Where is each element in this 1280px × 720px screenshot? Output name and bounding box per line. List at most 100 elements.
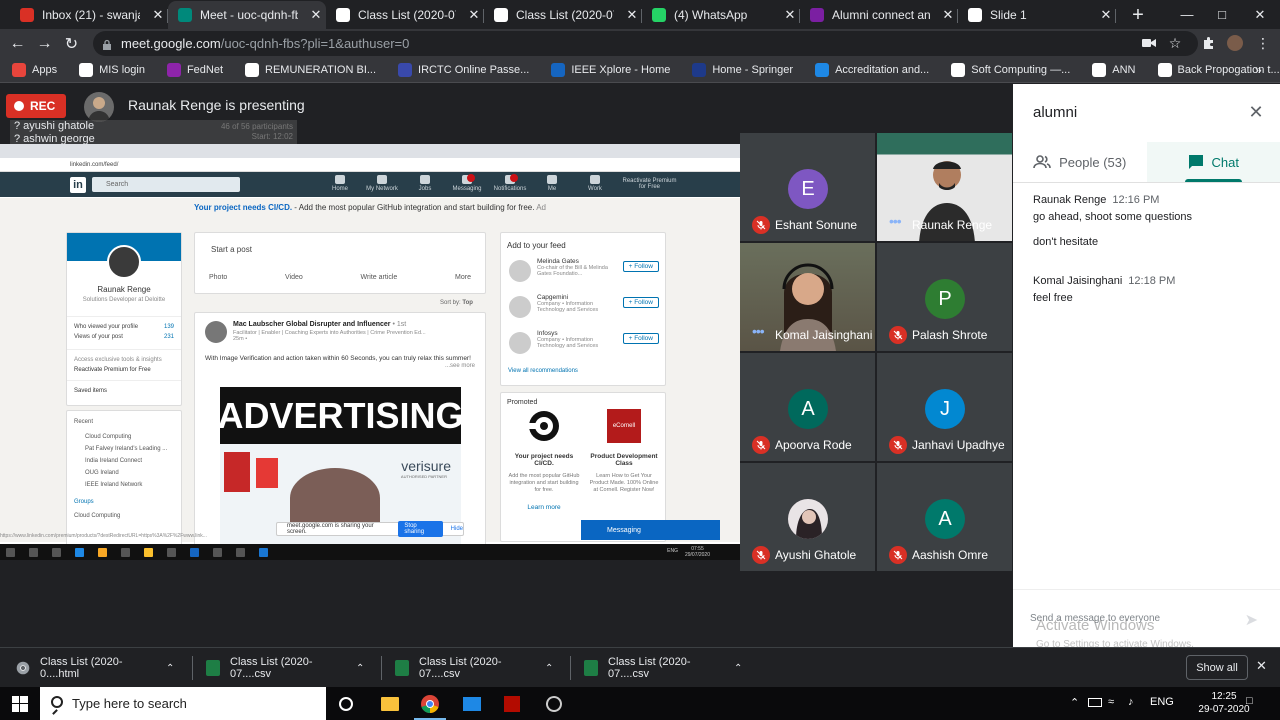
taskbar-clock[interactable]: 12:25 29-07-2020 <box>1196 690 1252 716</box>
new-tab-button[interactable]: + <box>1124 1 1152 29</box>
browser-tab[interactable]: Class List (2020-07-29) ✕ <box>484 1 642 29</box>
browser-tab[interactable]: Alumni connect and Al ✕ <box>800 1 958 29</box>
windows-start-icon[interactable] <box>12 696 28 712</box>
linkedin-nav-item: Notifications <box>490 174 530 192</box>
camera-icon[interactable] <box>1141 35 1157 51</box>
activate-windows-watermark: Activate Windows <box>1036 617 1155 634</box>
bookmark-item[interactable]: Soft Computing —... <box>951 63 1070 77</box>
download-item[interactable]: Class List (2020-07....csv ⌃ <box>395 656 553 680</box>
participant-tile[interactable]: Ayushi Ghatole <box>740 463 875 571</box>
download-item[interactable]: Class List (2020-07....csv ⌃ <box>206 656 364 680</box>
tab-close-icon[interactable]: ✕ <box>148 7 168 23</box>
chevron-up-icon[interactable]: ⌃ <box>734 663 742 674</box>
start-post-card: Start a post Photo Video Write article More <box>194 232 486 294</box>
bookmark-icon <box>1157 63 1172 77</box>
browser-tab[interactable]: Inbox (21) - swanjari@ ✕ <box>10 1 168 29</box>
feed-recommendations: Add to your feed Melinda Gates Co-chair o… <box>500 232 666 386</box>
tray-chevron-icon[interactable]: ⌃ <box>1070 696 1079 709</box>
tab-favicon-icon <box>810 8 824 22</box>
forward-icon[interactable]: → <box>31 30 58 57</box>
participant-tile[interactable]: J Janhavi Upadhye <box>877 353 1012 461</box>
post-author: Mac Laubscher Global Disrupter and Influ… <box>233 321 391 328</box>
saved-items: Saved items <box>74 388 108 394</box>
feed-avatar <box>509 296 531 318</box>
participant-tile[interactable]: ••• Raunak Renge <box>877 133 1012 241</box>
volume-icon[interactable]: ♪ <box>1128 696 1134 708</box>
download-name: Class List (2020-07....csv <box>608 656 691 680</box>
follow-button: + Follow <box>622 297 659 308</box>
file-explorer-icon[interactable] <box>370 687 410 720</box>
participant-tile[interactable]: ••• Komal Jaisinghani <box>740 243 875 351</box>
bookmark-star-icon[interactable]: ☆ <box>1167 35 1183 51</box>
chrome-icon[interactable] <box>410 687 450 720</box>
shared-url: linkedin.com/feed/ <box>0 158 740 172</box>
groups-title: Groups <box>74 499 94 505</box>
chevron-up-icon[interactable]: ⌃ <box>166 663 174 674</box>
participant-tile[interactable]: E Eshant Sonune <box>740 133 875 241</box>
bookmark-item[interactable]: FedNet <box>166 63 223 77</box>
reload-icon[interactable]: ↻ <box>58 30 85 57</box>
downloads-close-icon[interactable]: ✕ <box>1256 658 1267 674</box>
tab-people[interactable]: People (53) <box>1013 142 1147 182</box>
bookmark-item[interactable]: ANN <box>1092 63 1136 77</box>
wifi-icon[interactable]: ≈ <box>1108 696 1114 708</box>
bookmark-item[interactable]: IEEE Xplore - Home <box>551 63 670 77</box>
bookmark-item[interactable]: Accreditation and... <box>815 63 929 77</box>
menu-kebab-icon[interactable]: ⋮ <box>1255 35 1271 51</box>
address-bar[interactable]: meet.google.com/uoc-qdnh-fbs?pli=1&authu… <box>93 31 1198 56</box>
back-icon[interactable]: ← <box>4 30 31 57</box>
window-close-icon[interactable]: ✕ <box>1237 0 1280 29</box>
send-icon[interactable]: ➤ <box>1245 610 1258 630</box>
browser-tab[interactable]: Meet - uoc-qdnh-fbs ✕ <box>168 1 326 29</box>
bookmark-label: IEEE Xplore - Home <box>571 64 671 76</box>
tab-chat[interactable]: Chat <box>1146 142 1280 182</box>
participant-name: Aashish Omre <box>912 548 989 562</box>
notifications-icon[interactable]: □ <box>1246 695 1253 707</box>
profile-photo <box>107 245 141 279</box>
tab-close-icon[interactable]: ✕ <box>1096 7 1116 23</box>
shared-clock: 07:55 29/07/2020 <box>685 546 710 558</box>
bookmark-item[interactable]: REMUNERATION BI... <box>245 63 376 77</box>
participant-tile[interactable]: A Apoorva Rode <box>740 353 875 461</box>
browser-tab[interactable]: Class List (2020-07-29) ✕ <box>326 1 484 29</box>
bookmark-item[interactable]: MIS login <box>79 63 145 77</box>
browser-tab[interactable]: Slide 1 ✕ <box>958 1 1116 29</box>
download-item[interactable]: Class List (2020-07....csv ⌃ <box>584 656 742 680</box>
post-time: 25m • <box>233 336 248 342</box>
taskbar-search[interactable]: Type here to search <box>40 687 326 720</box>
tab-close-icon[interactable]: ✕ <box>306 7 326 23</box>
show-all-button[interactable]: Show all <box>1186 655 1248 680</box>
muted-mic-icon <box>889 546 907 564</box>
attendance-list: ? ayushi ghatole ? ashwin george <box>10 120 200 146</box>
bookmark-item[interactable]: Home - Springer <box>692 63 793 77</box>
bookmark-item[interactable]: Apps <box>12 63 57 77</box>
language-indicator[interactable]: ENG <box>1150 696 1174 708</box>
photos-icon[interactable] <box>452 687 492 720</box>
cortana-icon[interactable] <box>326 687 366 720</box>
tab-close-icon[interactable]: ✕ <box>622 7 642 23</box>
recording-badge: REC <box>6 94 66 118</box>
extensions-icon[interactable] <box>1201 35 1217 51</box>
participant-tile[interactable]: A Aashish Omre <box>877 463 1012 571</box>
taskbar-search-placeholder: Type here to search <box>72 696 187 711</box>
snipping-tool-icon[interactable] <box>534 687 574 720</box>
linkedin-search: Search <box>92 177 240 192</box>
acrobat-icon[interactable] <box>492 687 532 720</box>
tab-favicon-icon <box>178 8 192 22</box>
feed-avatar <box>509 332 531 354</box>
participant-tile[interactable]: P Palash Shrote <box>877 243 1012 351</box>
bookmark-item[interactable]: IRCTC Online Passe... <box>398 63 529 77</box>
tab-close-icon[interactable]: ✕ <box>464 7 484 23</box>
profile-avatar[interactable] <box>1227 35 1243 51</box>
feed-sub: Co-chair of the Bill & Melinda Gates Fou… <box>537 265 608 277</box>
download-item[interactable]: Class List (2020-0....html ⌃ <box>16 656 174 680</box>
close-panel-icon[interactable]: ✕ <box>1246 102 1266 122</box>
battery-icon[interactable] <box>1088 696 1102 707</box>
tab-close-icon[interactable]: ✕ <box>938 7 958 23</box>
chevron-up-icon[interactable]: ⌃ <box>356 663 364 674</box>
tab-title: (4) WhatsApp <box>674 8 748 22</box>
bookmarks-overflow-icon[interactable]: » <box>1255 63 1262 77</box>
tab-close-icon[interactable]: ✕ <box>780 7 800 23</box>
chevron-up-icon[interactable]: ⌃ <box>545 663 553 674</box>
browser-tab[interactable]: (4) WhatsApp ✕ <box>642 1 800 29</box>
